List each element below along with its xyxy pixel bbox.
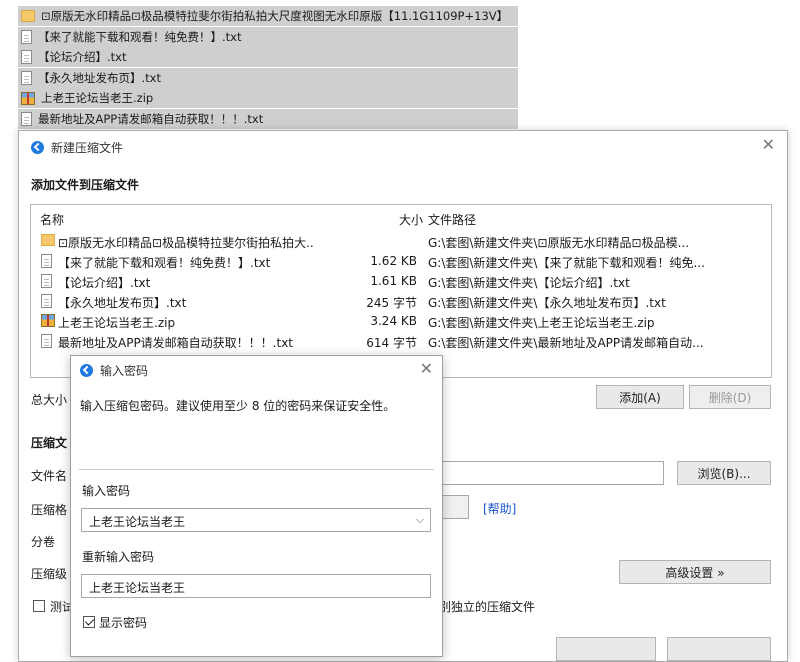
- file-path: G:\套图\新建文件夹\最新地址及APP请发邮箱自动...: [428, 336, 704, 350]
- file-size: 1.62 KB: [370, 254, 417, 268]
- delete-button[interactable]: 删除(D): [689, 385, 771, 409]
- compress-section-heading: 压缩文: [31, 436, 68, 450]
- text-file-icon: [41, 334, 52, 348]
- text-file-icon: [21, 111, 32, 126]
- archive-filename-input[interactable]: [439, 461, 664, 485]
- add-button[interactable]: 添加(A): [596, 385, 684, 409]
- divider: [79, 469, 434, 470]
- text-file-icon: [41, 294, 52, 308]
- zip-archive-icon: [21, 91, 35, 105]
- file-size: 1.61 KB: [370, 274, 417, 288]
- bg-list-item[interactable]: 【来了就能下载和观看！纯免费！】.txt: [18, 26, 518, 47]
- file-path: G:\套图\新建文件夹\【永久地址发布页】.txt: [428, 296, 666, 310]
- bg-item-label: 【永久地址发布页】.txt: [38, 70, 161, 85]
- close-icon[interactable]: ✕: [420, 361, 433, 377]
- bg-list-item[interactable]: ⊡原版无水印精品⊡极品模特拉斐尔街拍私拍大尺度视图无水印原版【11.1G1109…: [18, 6, 518, 26]
- password-confirm-input[interactable]: 上老王论坛当老王: [81, 574, 431, 598]
- column-header-path[interactable]: 文件路径: [428, 211, 476, 228]
- file-row[interactable]: 最新地址及APP请发邮箱自动获取！！！.txt 614 字节 G:\套图\新建文…: [31, 331, 771, 351]
- zip-archive-icon: [41, 314, 55, 327]
- text-file-icon: [41, 274, 52, 288]
- bg-item-label: 上老王论坛当老王.zip: [41, 91, 154, 105]
- format-select[interactable]: [439, 495, 469, 519]
- file-path: G:\套图\新建文件夹\【论坛介绍】.txt: [428, 276, 630, 290]
- help-link[interactable]: [帮助]: [483, 500, 516, 517]
- bg-list-item[interactable]: 最新地址及APP请发邮箱自动获取！！！.txt: [18, 108, 518, 129]
- file-name: 【来了就能下载和观看！纯免费！】.txt: [58, 256, 271, 270]
- folder-icon: [41, 234, 55, 246]
- bg-list-item[interactable]: 【永久地址发布页】.txt: [18, 67, 518, 88]
- password-dialog-title: 输入密码: [100, 364, 149, 378]
- bg-item-label: 最新地址及APP请发邮箱自动获取！！！.txt: [38, 111, 264, 126]
- filename-label: 文件名: [31, 469, 68, 483]
- password-dialog: 输入密码 ✕ 输入压缩包密码。建议使用至少 8 位的密码来保证安全性。 输入密码…: [70, 355, 443, 657]
- bg-list-item[interactable]: 上老王论坛当老王.zip: [18, 88, 518, 108]
- file-row[interactable]: ⊡原版无水印精品⊡极品模特拉斐尔街拍私拍大... G:\套图\新建文件夹\⊡原版…: [31, 231, 771, 251]
- file-list[interactable]: 名称 大小 文件路径 ⊡原版无水印精品⊡极品模特拉斐尔街拍私拍大... G:\套…: [30, 204, 772, 378]
- file-path: G:\套图\新建文件夹\【来了就能下载和观看！纯免...: [428, 256, 705, 270]
- reenter-password-label: 重新输入密码: [82, 550, 155, 564]
- file-row[interactable]: 上老王论坛当老王.zip 3.24 KB G:\套图\新建文件夹\上老王论坛当老…: [31, 311, 771, 331]
- password-confirm-value: 上老王论坛当老王: [89, 581, 186, 595]
- format-label: 压缩格: [31, 503, 68, 517]
- column-header-name[interactable]: 名称: [40, 211, 64, 228]
- file-path: G:\套图\新建文件夹\⊡原版无水印精品⊡极品模...: [428, 236, 690, 250]
- split-label: 分卷: [31, 535, 56, 549]
- total-size-label: 总大小: [31, 393, 68, 407]
- text-file-icon: [21, 29, 32, 44]
- file-size: 614 字节: [366, 336, 417, 350]
- folder-icon: [21, 10, 35, 22]
- chevron-down-icon[interactable]: ⌵: [416, 513, 424, 527]
- show-password-checkbox[interactable]: [83, 616, 95, 628]
- password-input[interactable]: 上老王论坛当老王 ⌵: [81, 508, 431, 532]
- browse-button[interactable]: 浏览(B)...: [677, 461, 771, 485]
- advanced-settings-button[interactable]: 高级设置 »: [619, 560, 771, 584]
- enter-password-label: 输入密码: [82, 484, 131, 498]
- cancel-button[interactable]: [667, 637, 771, 661]
- separate-archive-label: 别独立的压缩文件: [439, 600, 536, 614]
- bg-item-label: 【来了就能下载和观看！纯免费！】.txt: [38, 29, 242, 44]
- test-checkbox[interactable]: [33, 600, 45, 612]
- file-name: 【论坛介绍】.txt: [58, 276, 151, 290]
- close-icon[interactable]: ✕: [762, 137, 775, 153]
- level-label: 压缩级: [31, 567, 68, 581]
- add-files-heading: 添加文件到压缩文件: [31, 178, 140, 192]
- file-row[interactable]: 【论坛介绍】.txt 1.61 KB G:\套图\新建文件夹\【论坛介绍】.tx…: [31, 271, 771, 291]
- password-hint: 输入压缩包密码。建议使用至少 8 位的密码来保证安全性。: [80, 399, 396, 413]
- text-file-icon: [21, 50, 32, 64]
- app-logo-icon: [80, 364, 93, 377]
- background-file-list: ⊡原版无水印精品⊡极品模特拉斐尔街拍私拍大尺度视图无水印原版【11.1G1109…: [18, 6, 518, 129]
- file-row[interactable]: 【永久地址发布页】.txt 245 字节 G:\套图\新建文件夹\【永久地址发布…: [31, 291, 771, 311]
- start-button[interactable]: [556, 637, 656, 661]
- password-dialog-titlebar: 输入密码: [80, 362, 148, 379]
- dialog-titlebar: 新建压缩文件: [31, 139, 123, 156]
- app-logo-icon: [31, 141, 44, 154]
- file-name: ⊡原版无水印精品⊡极品模特拉斐尔街拍私拍大...: [58, 236, 313, 250]
- dialog-title: 新建压缩文件: [51, 141, 124, 155]
- text-file-icon: [41, 254, 52, 268]
- file-name: 最新地址及APP请发邮箱自动获取！！！.txt: [58, 336, 294, 350]
- show-password-label: 显示密码: [99, 616, 148, 630]
- file-name: 上老王论坛当老王.zip: [58, 316, 176, 330]
- file-size: 3.24 KB: [370, 314, 417, 328]
- bg-item-label: ⊡原版无水印精品⊡极品模特拉斐尔街拍私拍大尺度视图无水印原版【11.1G1109…: [41, 9, 509, 23]
- file-name: 【永久地址发布页】.txt: [58, 296, 187, 310]
- file-path: G:\套图\新建文件夹\上老王论坛当老王.zip: [428, 316, 655, 330]
- bg-list-item[interactable]: 【论坛介绍】.txt: [18, 47, 518, 67]
- text-file-icon: [21, 70, 32, 85]
- file-row[interactable]: 【来了就能下载和观看！纯免费！】.txt 1.62 KB G:\套图\新建文件夹…: [31, 251, 771, 271]
- password-value: 上老王论坛当老王: [89, 515, 186, 529]
- file-size: 245 字节: [366, 296, 417, 310]
- bg-item-label: 【论坛介绍】.txt: [38, 50, 127, 64]
- column-header-size[interactable]: 大小: [399, 211, 423, 228]
